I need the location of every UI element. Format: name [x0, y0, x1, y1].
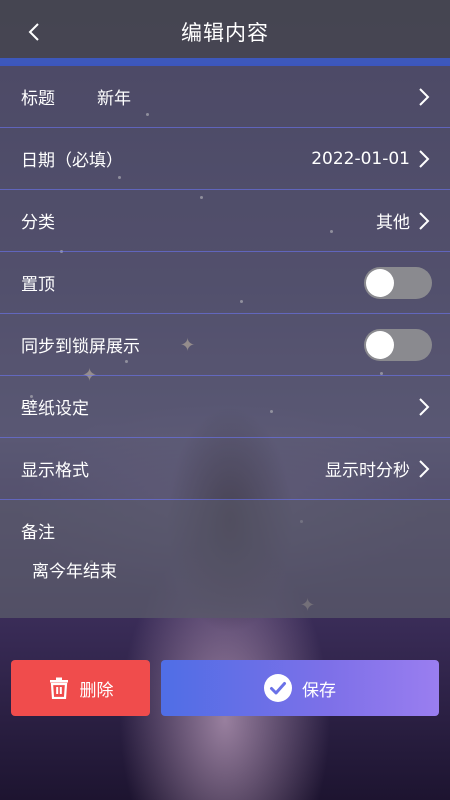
pin-row: 置顶: [0, 252, 450, 314]
trash-icon: [49, 677, 68, 699]
title-label: 标题: [21, 89, 55, 109]
title-row[interactable]: 标题 新年: [0, 66, 450, 128]
lockscreen-toggle[interactable]: [364, 328, 432, 361]
date-value: 2022-01-01: [311, 148, 410, 169]
chevron-right-icon: [418, 87, 432, 107]
notes-input[interactable]: 离今年结束: [32, 557, 429, 582]
header-divider: [0, 58, 450, 66]
save-button[interactable]: 保存: [161, 660, 439, 716]
title-value: 新年: [97, 89, 131, 109]
toggle-knob: [366, 268, 394, 297]
back-button[interactable]: [18, 14, 50, 50]
wallpaper-row[interactable]: 壁纸设定: [0, 376, 450, 438]
chevron-right-icon: [418, 459, 432, 479]
notes-label: 备注: [21, 523, 55, 543]
format-row[interactable]: 显示格式 显示时分秒: [0, 438, 450, 500]
pin-toggle[interactable]: [364, 266, 432, 299]
category-value: 其他: [376, 213, 410, 233]
notes-section: 备注 离今年结束: [0, 500, 450, 618]
format-value: 显示时分秒: [325, 461, 410, 481]
chevron-right-icon: [418, 149, 432, 169]
save-label: 保存: [302, 680, 336, 701]
edit-form: 标题 新年 日期（必填） 2022-01-01 分类 其他 置顶 同步到锁屏展示…: [0, 66, 450, 618]
delete-label: 删除: [79, 680, 114, 701]
chevron-left-icon: [28, 23, 39, 41]
chevron-right-icon: [418, 397, 432, 417]
format-label: 显示格式: [21, 461, 89, 481]
date-row[interactable]: 日期（必填） 2022-01-01: [0, 128, 450, 190]
lockscreen-label: 同步到锁屏展示: [21, 337, 140, 357]
top-bar: 编辑内容: [0, 0, 450, 64]
pin-label: 置顶: [21, 275, 55, 295]
page-title: 编辑内容: [181, 21, 269, 45]
category-row[interactable]: 分类 其他: [0, 190, 450, 252]
category-label: 分类: [21, 213, 55, 233]
date-label: 日期（必填）: [21, 151, 123, 171]
lockscreen-row: 同步到锁屏展示: [0, 314, 450, 376]
toggle-knob: [366, 330, 394, 359]
delete-button[interactable]: 删除: [11, 660, 150, 716]
wallpaper-label: 壁纸设定: [21, 399, 89, 419]
check-circle-icon: [264, 674, 292, 702]
chevron-right-icon: [418, 211, 432, 231]
